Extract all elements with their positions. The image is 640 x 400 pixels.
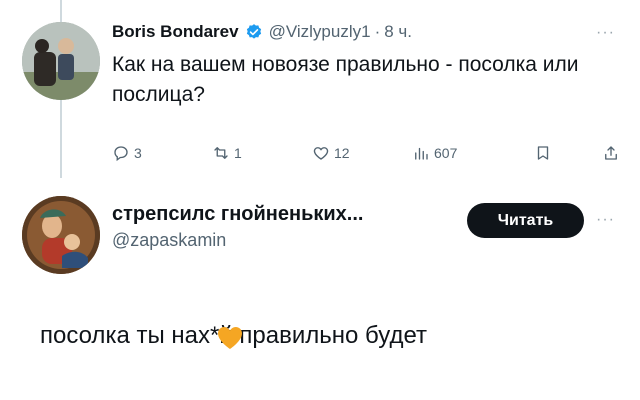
orange-heart-icon [218,327,242,349]
reply-button[interactable]: 3 [112,144,142,162]
author-name[interactable]: Boris Bondarev [112,22,239,42]
more-dots-icon[interactable]: ··· [596,24,615,42]
views-button[interactable]: 607 [412,144,457,162]
repost-icon [214,147,228,159]
repost-count: 1 [234,145,242,161]
more-dots-icon[interactable]: ··· [596,211,615,229]
reply-icon [114,146,128,162]
meta-separator: · [374,22,381,41]
tweet-header: Boris Bondarev @Vizlypuzly1 · 8 ч. [112,22,612,42]
tweet-text: Как на вашем новоязе правильно - посолка… [112,53,579,106]
original-tweet[interactable]: Boris Bondarev @Vizlypuzly1 · 8 ч. ··· К… [112,22,615,110]
avatar-photo-icon [22,22,100,100]
tweet-actions-bar: 3 1 12 607 [112,144,632,170]
share-button[interactable] [602,144,620,162]
reply-count: 3 [134,145,142,161]
author-handle[interactable]: @Vizlypuzly1 [269,22,371,42]
reply-tweet[interactable]: стрепсилс гнойненьких... @zapaskamin Чит… [112,203,632,251]
bookmark-button[interactable] [534,144,552,162]
author-avatar[interactable] [22,22,100,100]
bookmark-icon [537,146,549,160]
follow-button[interactable]: Читать [467,203,584,238]
analytics-icon [415,147,428,160]
like-count: 12 [334,145,350,161]
reply-author-avatar[interactable] [22,196,100,274]
share-icon [605,146,617,160]
heart-icon [313,147,329,160]
tweet-timestamp[interactable]: 8 ч. [384,22,412,42]
verified-badge-icon [246,24,261,39]
like-button[interactable]: 12 [312,144,350,162]
avatar-painting-icon [22,196,100,274]
thread-line-top [60,0,62,22]
views-count: 607 [434,145,458,161]
repost-button[interactable]: 1 [212,144,242,162]
thread-line-connector [60,100,62,178]
